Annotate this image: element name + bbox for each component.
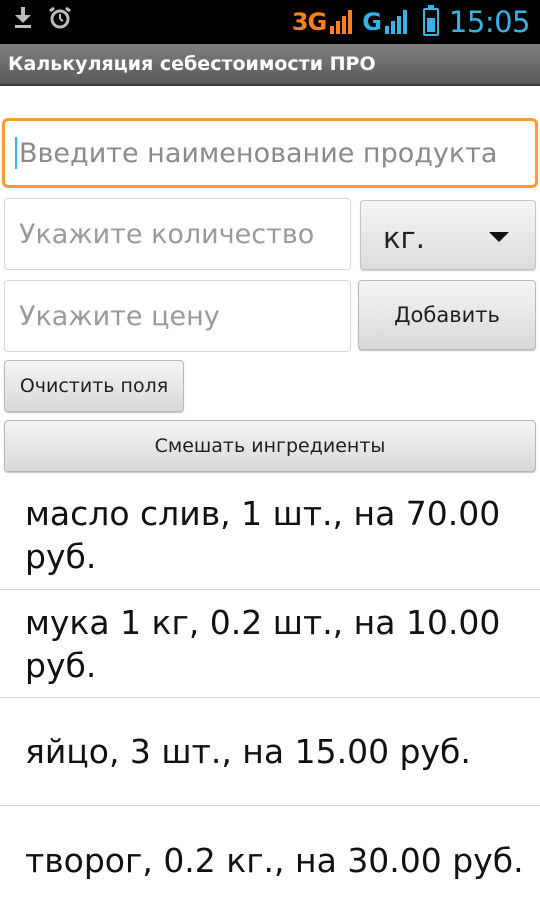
list-item[interactable]: мука 1 кг, 0.2 шт., на 10.00 руб. <box>0 590 540 698</box>
list-item[interactable]: творог, 0.2 кг., на 30.00 руб. <box>0 806 540 900</box>
download-icon <box>14 7 32 33</box>
signal-3g-icon <box>328 8 354 36</box>
text-cursor <box>15 137 17 169</box>
ingredient-text: масло слив, 1 шт., на 70.00 руб. <box>25 493 501 576</box>
clear-fields-button[interactable]: Очистить поля <box>4 360 184 412</box>
mix-ingredients-label: Смешать ингредиенты <box>154 435 386 457</box>
quantity-input[interactable]: Укажите количество <box>4 198 351 270</box>
battery-icon <box>422 5 439 36</box>
unit-selected-value: кг. <box>383 221 425 255</box>
ingredient-list: масло слив, 1 шт., на 70.00 руб. мука 1 … <box>0 480 540 900</box>
mix-ingredients-button[interactable]: Смешать ингредиенты <box>4 420 536 472</box>
alarm-icon <box>48 6 72 34</box>
signal-g-icon <box>383 8 409 36</box>
product-name-placeholder: Введите наименование продукта <box>19 137 498 169</box>
network-type-3g: 3G <box>291 8 327 36</box>
clock: 15:05 <box>448 5 531 39</box>
clear-fields-label: Очистить поля <box>19 375 169 397</box>
ingredient-text: мука 1 кг, 0.2 шт., на 10.00 руб. <box>25 602 501 685</box>
ingredient-text: яйцо, 3 шт., на 15.00 руб. <box>25 732 471 771</box>
price-placeholder: Укажите цену <box>19 300 220 332</box>
add-button[interactable]: Добавить <box>358 280 536 350</box>
app-title: Калькуляция себестоимости ПРО <box>8 53 376 75</box>
dropdown-arrow-icon <box>489 232 509 242</box>
list-item[interactable]: масло слив, 1 шт., на 70.00 руб. <box>0 480 540 590</box>
app-title-bar: Калькуляция себестоимости ПРО <box>0 44 540 86</box>
network-type-g: G <box>362 8 382 36</box>
price-input[interactable]: Укажите цену <box>4 280 351 352</box>
quantity-placeholder: Укажите количество <box>19 218 315 250</box>
add-button-label: Добавить <box>394 303 500 327</box>
list-item[interactable]: яйцо, 3 шт., на 15.00 руб. <box>0 698 540 806</box>
unit-select[interactable]: кг. <box>360 200 536 270</box>
status-bar: 3G G 15:05 <box>0 0 540 44</box>
ingredient-text: творог, 0.2 кг., на 30.00 руб. <box>25 840 524 880</box>
product-name-input[interactable]: Введите наименование продукта <box>2 118 538 188</box>
